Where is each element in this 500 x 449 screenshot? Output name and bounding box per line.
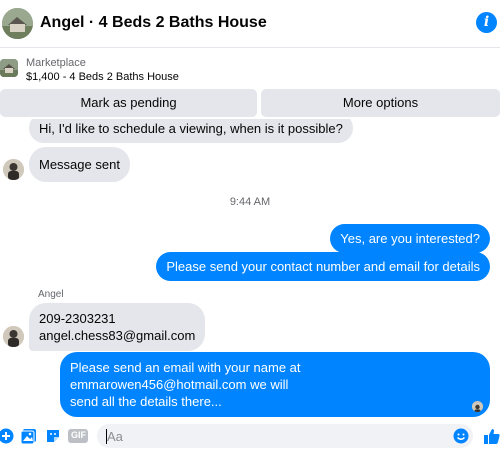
photo-icon[interactable] xyxy=(20,428,37,445)
sender-name: Angel xyxy=(38,289,64,300)
outgoing-message: Please send your contact number and emai… xyxy=(156,252,490,281)
seen-indicator-avatar xyxy=(472,401,483,412)
message-input[interactable]: Aa xyxy=(97,424,473,448)
sender-avatar xyxy=(3,159,24,180)
gif-icon[interactable]: GIF xyxy=(68,428,88,444)
more-options-button[interactable]: More options xyxy=(261,89,500,117)
message-timestamp: 9:44 AM xyxy=(229,196,271,208)
info-icon[interactable]: i xyxy=(476,12,497,33)
message-placeholder: Aa xyxy=(107,429,123,444)
outgoing-message: Yes, are you interested? xyxy=(330,224,490,253)
conversation-title[interactable]: Angel · 4 Beds 2 Baths House xyxy=(40,14,267,32)
sender-avatar xyxy=(3,326,24,347)
conversation-header: Angel · 4 Beds 2 Baths House i xyxy=(0,0,500,48)
emoji-icon[interactable] xyxy=(453,428,469,444)
outgoing-message: Please send an email with your name at e… xyxy=(60,352,490,417)
incoming-message: 209-2303231 angel.chess83@gmail.com xyxy=(29,303,206,351)
plus-icon[interactable] xyxy=(0,428,14,444)
message-line: send all the details there... xyxy=(70,394,222,409)
marketplace-label: Marketplace xyxy=(26,57,86,69)
thumbs-up-icon[interactable] xyxy=(484,428,500,444)
contact-email: angel.chess83@gmail.com xyxy=(39,328,196,343)
message-composer: GIF Aa xyxy=(0,423,500,449)
marketplace-listing-bar[interactable]: Marketplace $1,400 - 4 Beds 2 Baths Hous… xyxy=(0,49,500,89)
listing-avatar[interactable] xyxy=(2,8,33,39)
contact-phone: 209-2303231 xyxy=(39,311,116,326)
listing-thumbnail xyxy=(0,59,18,77)
listing-actions: Mark as pending More options xyxy=(0,89,500,119)
gif-label: GIF xyxy=(71,430,86,440)
sticker-icon[interactable] xyxy=(45,428,61,444)
mark-as-pending-button[interactable]: Mark as pending xyxy=(0,89,257,117)
message-thread[interactable]: Hi, I'd like to schedule a viewing, when… xyxy=(0,119,500,422)
incoming-message: Hi, I'd like to schedule a viewing, when… xyxy=(29,119,353,143)
incoming-message: Message sent xyxy=(29,147,130,182)
message-line: Please send an email with your name at e… xyxy=(70,360,301,392)
listing-price-title: $1,400 - 4 Beds 2 Baths House xyxy=(26,71,179,83)
